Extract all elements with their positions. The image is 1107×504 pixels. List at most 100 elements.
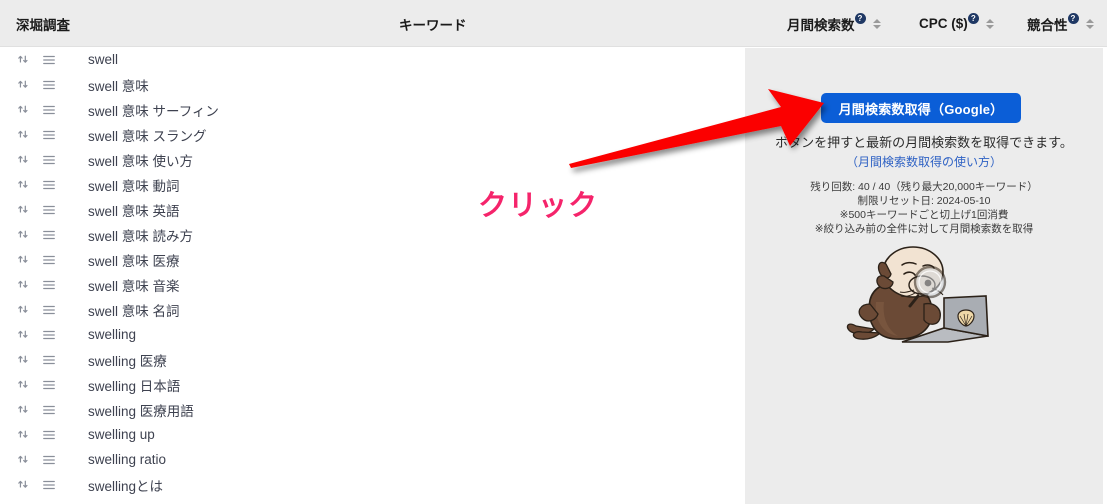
table-row[interactable]: swell 意味 名詞 (0, 297, 745, 322)
column-header-competition-label: 競合性 (1027, 17, 1068, 33)
column-header-fukabori-label: 深堀調査 (16, 17, 70, 33)
sort-icon[interactable] (985, 18, 994, 29)
keyword-label: swelling ratio (88, 452, 167, 467)
hamburger-list-icon[interactable] (42, 78, 66, 92)
mascot-illustration (846, 246, 989, 343)
keyword-label: swell 意味 読み方 (88, 228, 194, 244)
table-row[interactable]: swelling 医療用語 (0, 397, 745, 422)
table-row[interactable]: swell 意味 読み方 (0, 222, 745, 247)
table-row[interactable]: swell 意味 スラング (0, 122, 745, 147)
hamburger-list-icon[interactable] (42, 303, 66, 317)
keyword-label: swelling 医療用語 (88, 403, 194, 419)
table-row[interactable]: swell 意味 音楽 (0, 272, 745, 297)
column-header-monthly-volume[interactable]: 月間検索数 ? (787, 0, 881, 47)
column-header-keyword-label: キーワード (399, 17, 467, 33)
swap-arrows-icon[interactable] (18, 403, 42, 416)
table-row[interactable]: swelling 医療 (0, 347, 745, 372)
swap-arrows-icon[interactable] (18, 428, 42, 441)
table-row[interactable]: swell 意味 使い方 (0, 147, 745, 172)
keyword-label: swelling up (88, 427, 155, 442)
keyword-label: swell 意味 名詞 (88, 303, 180, 319)
sort-icon[interactable] (1085, 18, 1094, 29)
table-row[interactable]: swelling up (0, 422, 745, 447)
sort-descending-icon (872, 24, 881, 29)
table-row[interactable]: swelling ratio (0, 447, 745, 472)
column-header-cpc-label: CPC ($) (919, 16, 968, 31)
table-row[interactable]: swell 意味 サーフィン (0, 97, 745, 122)
panel-description: ボタンを押すと最新の月間検索数を取得できます。 (775, 135, 1073, 150)
keyword-list: swell swell 意味 swell 意味 サーフィン swell 意味 スラング… (0, 47, 745, 504)
help-icon[interactable]: ? (967, 13, 979, 24)
swap-arrows-icon[interactable] (18, 253, 42, 266)
hamburger-list-icon[interactable] (42, 178, 66, 192)
swap-arrows-icon[interactable] (18, 128, 42, 141)
swap-arrows-icon[interactable] (18, 453, 42, 466)
hamburger-list-icon[interactable] (42, 253, 66, 267)
swap-arrows-icon[interactable] (18, 478, 42, 491)
swap-arrows-icon[interactable] (18, 103, 42, 116)
swap-arrows-icon[interactable] (18, 78, 42, 91)
sort-icon[interactable] (872, 18, 881, 29)
sort-ascending-icon (872, 18, 881, 23)
column-header-competition[interactable]: 競合性 ? (1027, 0, 1094, 47)
table-row[interactable]: swell (0, 47, 745, 72)
swap-arrows-icon[interactable] (18, 328, 42, 341)
swap-arrows-icon[interactable] (18, 153, 42, 166)
keyword-label: swell 意味 医療 (88, 253, 180, 269)
keyword-label: swell (88, 52, 119, 67)
sort-ascending-icon (1085, 18, 1094, 23)
fineprint-line: 残り回数: 40 / 40（残り最大20,000キーワード） (810, 181, 1038, 193)
hamburger-list-icon[interactable] (42, 153, 66, 167)
hamburger-list-icon[interactable] (42, 403, 66, 417)
column-header-keyword: キーワード (399, 0, 467, 47)
fineprint-line: 制限リセット日: 2024-05-10 (857, 195, 991, 207)
table-row[interactable]: swelling (0, 322, 745, 347)
sort-descending-icon (985, 24, 994, 29)
hamburger-list-icon[interactable] (42, 278, 66, 292)
usage-guide-link[interactable]: （月間検索数取得の使い方） (745, 153, 1103, 170)
hamburger-list-icon[interactable] (42, 478, 66, 492)
keyword-label: swellingとは (88, 478, 164, 494)
keyword-label: swell 意味 動詞 (88, 178, 180, 194)
keyword-label: swell 意味 使い方 (88, 153, 194, 169)
swap-arrows-icon[interactable] (18, 178, 42, 191)
hamburger-list-icon[interactable] (42, 228, 66, 242)
hamburger-list-icon[interactable] (42, 353, 66, 367)
table-row[interactable]: swell 意味 英語 (0, 197, 745, 222)
sort-ascending-icon (985, 18, 994, 23)
keyword-label: swelling (88, 327, 137, 342)
hamburger-list-icon[interactable] (42, 103, 66, 117)
hamburger-list-icon[interactable] (42, 203, 66, 217)
swap-arrows-icon[interactable] (18, 278, 42, 291)
table-row[interactable]: swell 意味 動詞 (0, 172, 745, 197)
hamburger-list-icon[interactable] (42, 428, 66, 442)
keyword-label: swell 意味 英語 (88, 203, 180, 219)
fetch-monthly-volume-button[interactable]: 月間検索数取得（Google） (821, 93, 1021, 123)
swap-arrows-icon[interactable] (18, 353, 42, 366)
table-row[interactable]: swell 意味 (0, 72, 745, 97)
hamburger-list-icon[interactable] (42, 378, 66, 392)
keyword-label: swell 意味 サーフィン (88, 103, 219, 119)
hamburger-list-icon[interactable] (42, 128, 66, 142)
hamburger-list-icon[interactable] (42, 328, 66, 342)
table-row[interactable]: swellingとは (0, 472, 745, 497)
hamburger-list-icon[interactable] (42, 453, 66, 467)
hamburger-list-icon[interactable] (42, 53, 66, 67)
panel-fineprint: 残り回数: 40 / 40（残り最大20,000キーワード） 制限リセット日: 2… (745, 180, 1103, 236)
keyword-label: swelling 日本語 (88, 378, 181, 394)
keyword-label: swelling 医療 (88, 353, 167, 369)
table-header: 深堀調査 キーワード 月間検索数 ? CPC ($) ? 競合性 ? (0, 0, 1107, 47)
table-row[interactable]: swell 意味 医療 (0, 247, 745, 272)
swap-arrows-icon[interactable] (18, 228, 42, 241)
swap-arrows-icon[interactable] (18, 203, 42, 216)
help-icon[interactable]: ? (1067, 13, 1079, 24)
column-header-cpc[interactable]: CPC ($) ? (919, 0, 994, 47)
swap-arrows-icon[interactable] (18, 303, 42, 316)
column-header-monthly-volume-label: 月間検索数 (787, 17, 855, 33)
column-header-fukabori: 深堀調査 (16, 0, 70, 47)
keyword-label: swell 意味 音楽 (88, 278, 180, 294)
help-icon[interactable]: ? (854, 13, 866, 24)
swap-arrows-icon[interactable] (18, 378, 42, 391)
swap-arrows-icon[interactable] (18, 53, 42, 66)
table-row[interactable]: swelling 日本語 (0, 372, 745, 397)
